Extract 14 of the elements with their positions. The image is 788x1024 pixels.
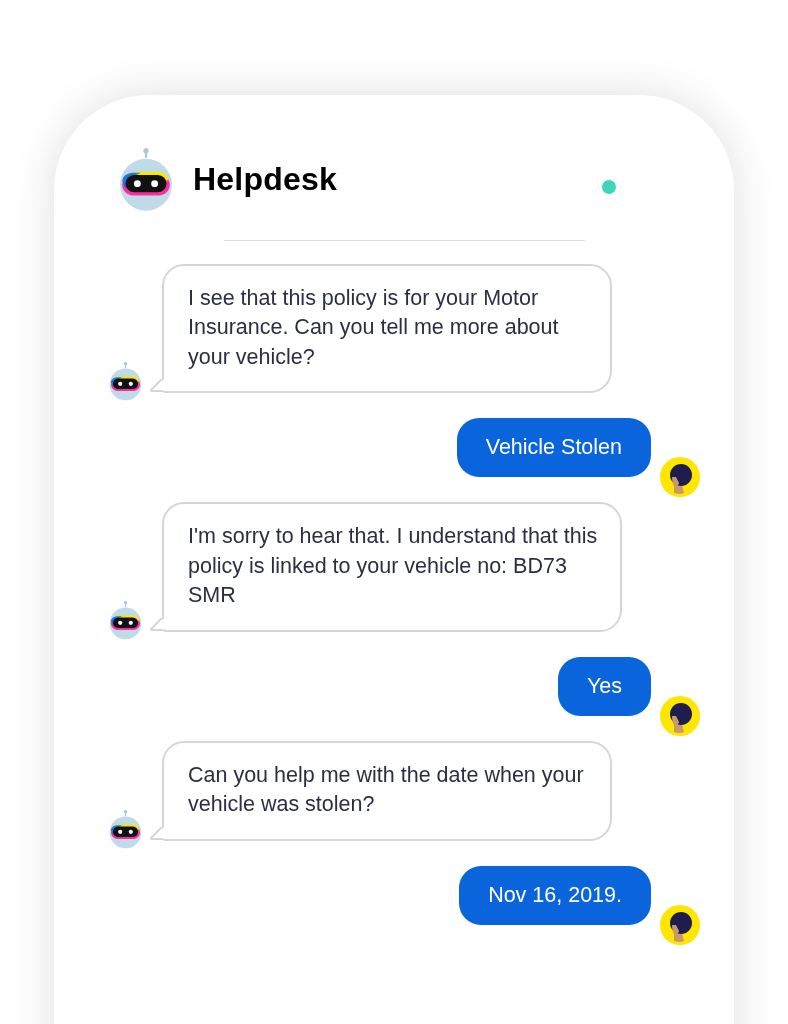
robot-avatar-icon [119, 148, 173, 212]
bot-message: I see that this policy is for your Motor Insurance. Can you tell me more about your vehicle? [162, 263, 612, 394]
robot-avatar-icon [109, 362, 142, 402]
user-message: Nov 16, 2019. [459, 865, 651, 925]
chat-title: Helpdesk [193, 161, 337, 199]
robot-avatar-icon [109, 809, 142, 849]
robot-avatar-icon [109, 600, 142, 640]
bot-message: I'm sorry to hear that. I understand that this policy is linked to your vehicle no: BD73 SMR [162, 502, 622, 632]
bot-message: Can you help me with the date when your vehicle was stolen? [162, 740, 612, 841]
user-avatar-icon [660, 695, 700, 736]
user-message: Yes [557, 656, 651, 716]
user-avatar-icon [660, 457, 700, 498]
user-message: Vehicle Stolen [456, 418, 651, 478]
user-avatar-icon [660, 904, 700, 945]
